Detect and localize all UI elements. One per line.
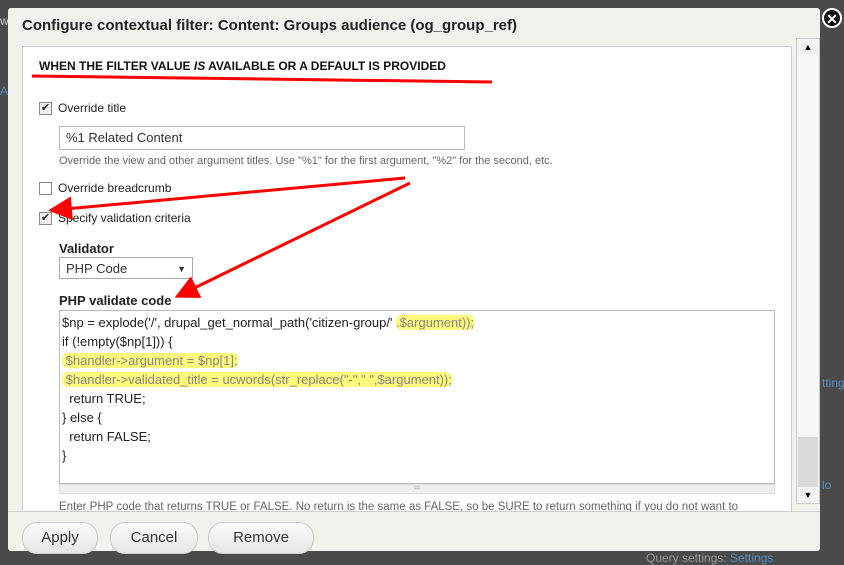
- annotation-arrow: [174, 181, 411, 298]
- annotation-arrow: [48, 176, 406, 221]
- annotation-overlay: [31, 74, 493, 298]
- annotation-underline: [31, 74, 493, 84]
